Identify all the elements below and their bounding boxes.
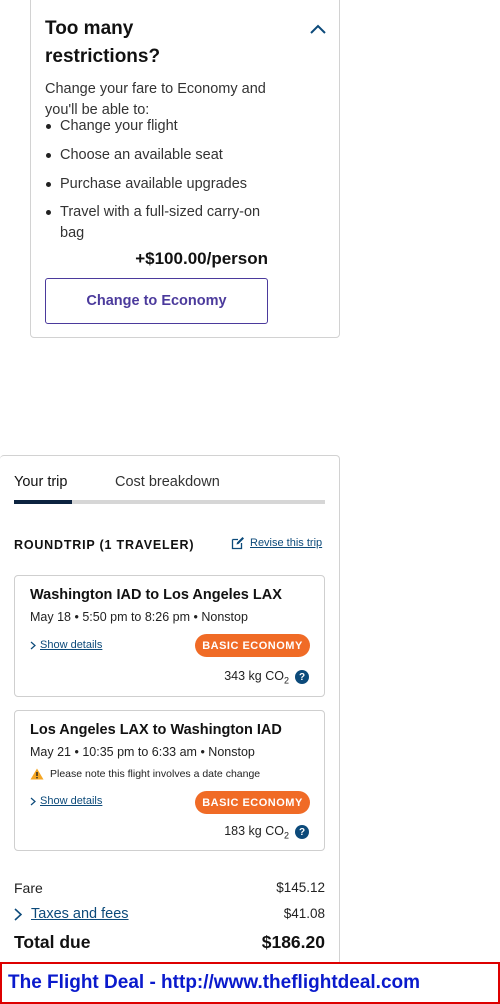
upgrade-offer-title: Too many restrictions? — [45, 18, 161, 67]
fare-row: Fare $145.12 — [14, 880, 325, 902]
show-details-label: Show details — [40, 639, 103, 651]
revise-trip-label: Revise this trip — [250, 537, 323, 549]
date-change-notice: Please note this flight involves a date … — [30, 768, 260, 780]
total-value: $186.20 — [261, 932, 325, 952]
active-tab-indicator — [14, 500, 72, 504]
warning-icon — [30, 768, 44, 780]
taxes-value: $41.08 — [283, 906, 325, 921]
co2-value: 183 kg CO2 — [224, 824, 289, 841]
collapse-button[interactable] — [306, 17, 330, 41]
chevron-up-icon — [310, 24, 326, 34]
trip-type-heading: ROUNDTRIP (1 TRAVELER) — [14, 538, 195, 552]
benefit-item: Purchase available upgrades — [45, 174, 247, 195]
flight-route: Los Angeles LAX to Washington IAD — [30, 722, 282, 738]
chevron-right-icon — [30, 797, 36, 805]
change-to-economy-button[interactable]: Change to Economy — [45, 278, 268, 324]
tab-your-trip[interactable]: Your trip — [14, 474, 67, 490]
flight-route: Washington IAD to Los Angeles LAX — [30, 587, 282, 603]
fare-value: $145.12 — [276, 880, 325, 895]
flight-times: May 21 • 10:35 pm to 6:33 am • Nonstop — [30, 745, 255, 759]
show-details-link[interactable]: Show details — [30, 639, 102, 651]
edit-icon — [231, 537, 244, 550]
fare-label: Fare — [14, 880, 43, 896]
total-label: Total due — [14, 932, 91, 952]
taxes-row: Taxes and fees $41.08 — [14, 906, 325, 928]
date-change-text: Please note this flight involves a date … — [50, 768, 261, 780]
benefit-item: Change your flight — [45, 116, 178, 137]
co2-subscript: 2 — [283, 675, 289, 686]
flight-times: May 18 • 5:50 pm to 8:26 pm • Nonstop — [30, 610, 248, 624]
co2-value: 343 kg CO2 — [224, 669, 289, 686]
chevron-right-icon — [30, 641, 36, 649]
upgrade-offer-card: Too many restrictions? Change your fare … — [30, 0, 340, 338]
show-details-link[interactable]: Show details — [30, 795, 102, 807]
tab-track — [14, 500, 325, 504]
co2-text: 183 kg CO — [224, 824, 284, 838]
taxes-toggle[interactable]: Taxes and fees — [14, 906, 129, 922]
help-icon[interactable]: ? — [295, 825, 309, 840]
co2-text: 343 kg CO — [224, 669, 284, 683]
flight-card-outbound: Washington IAD to Los Angeles LAX May 18… — [14, 575, 325, 697]
fare-class-badge: BASIC ECONOMY — [195, 634, 310, 657]
co2-emissions: 183 kg CO2 ? — [224, 824, 309, 841]
chevron-right-icon — [14, 907, 22, 921]
help-icon[interactable]: ? — [295, 670, 309, 685]
benefit-item: Travel with a full-sized carry-on bag — [45, 202, 275, 244]
upgrade-offer-description: Change your fare to Economy and you'll b… — [45, 81, 266, 118]
fare-class-badge: BASIC ECONOMY — [195, 791, 310, 814]
watermark-text: The Flight Deal - http://www.theflightde… — [8, 972, 421, 993]
co2-subscript: 2 — [283, 830, 289, 841]
watermark-banner: The Flight Deal - http://www.theflightde… — [0, 962, 500, 1004]
taxes-label: Taxes and fees — [31, 906, 129, 922]
co2-emissions: 343 kg CO2 ? — [224, 669, 309, 686]
tab-cost-breakdown[interactable]: Cost breakdown — [115, 474, 220, 490]
benefit-item: Choose an available seat — [45, 145, 223, 166]
upgrade-price: +$100.00/person — [135, 249, 268, 268]
revise-trip-link[interactable]: Revise this trip — [231, 536, 322, 550]
total-row: Total due $186.20 — [14, 932, 325, 954]
flight-card-return: Los Angeles LAX to Washington IAD May 21… — [14, 710, 325, 851]
trip-summary-card: Your trip Cost breakdown ROUNDTRIP (1 TR… — [0, 455, 340, 995]
show-details-label: Show details — [40, 795, 103, 807]
